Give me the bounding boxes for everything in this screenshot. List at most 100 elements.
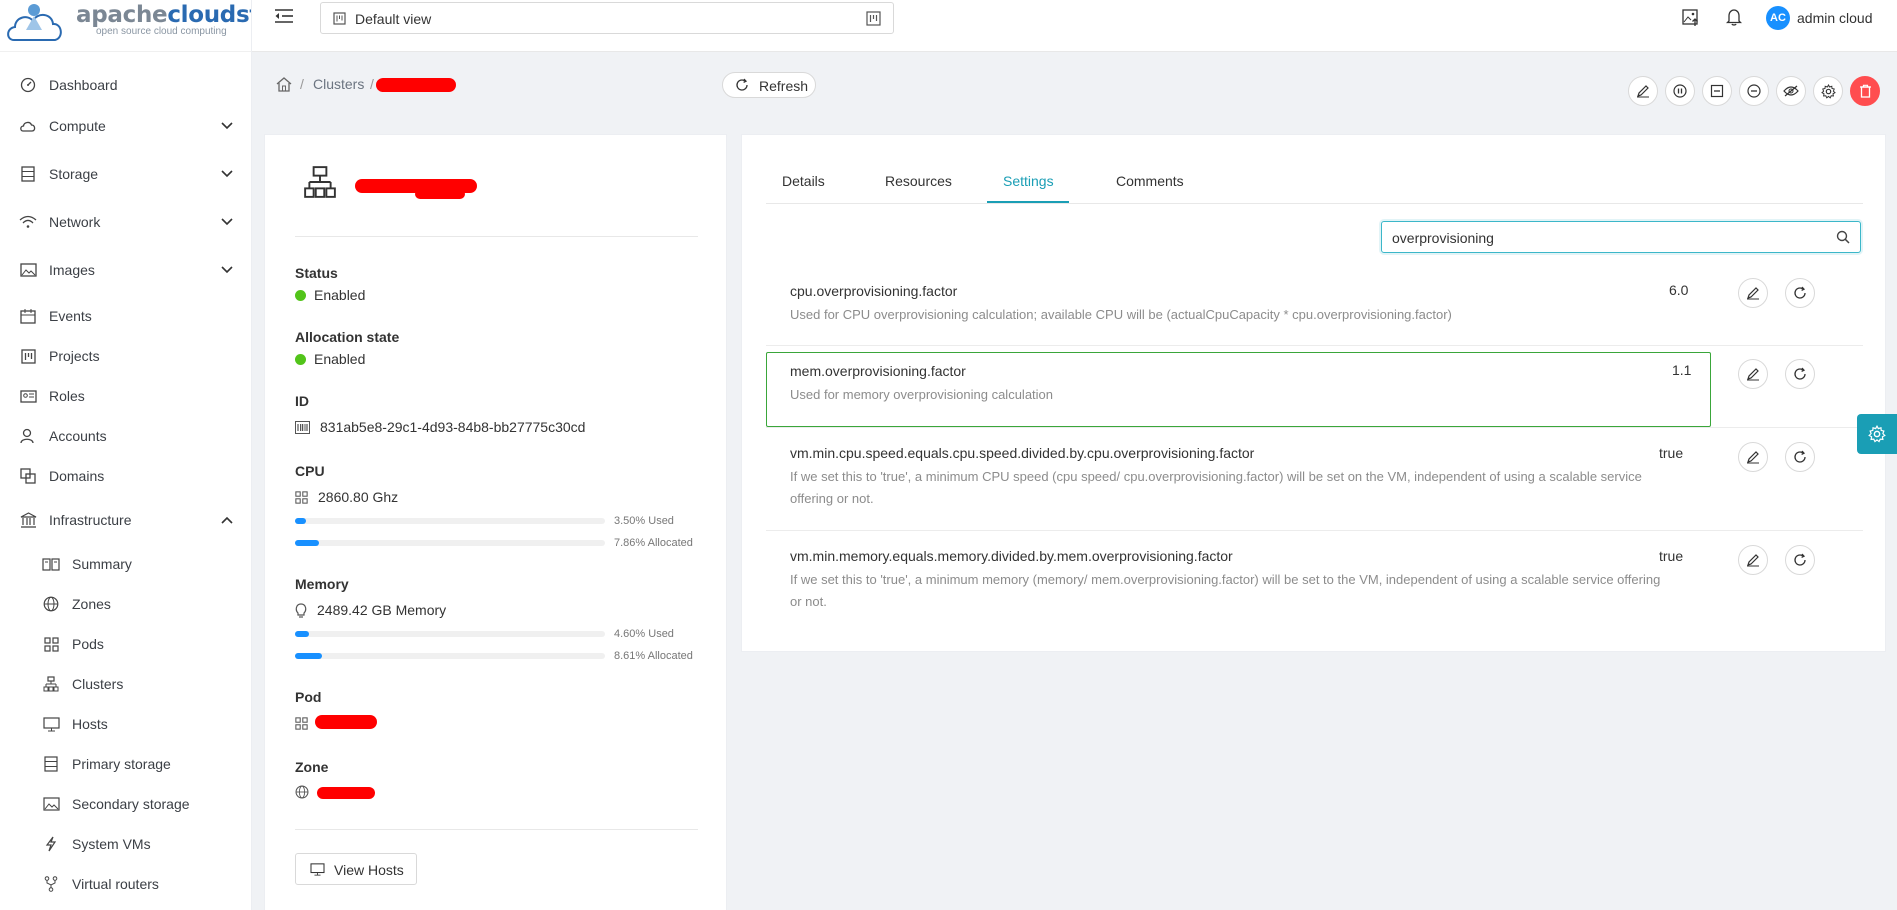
search-icon[interactable]	[1836, 230, 1850, 244]
view-select-value: Default view	[355, 11, 432, 27]
sidebar-item-primary-storage[interactable]: Primary storage	[0, 747, 251, 781]
reset-setting-button[interactable]	[1785, 359, 1815, 389]
allocation-state-badge: Enabled	[295, 351, 365, 367]
sidebar-item-clusters[interactable]: Clusters	[0, 667, 251, 701]
chevron-up-icon	[221, 516, 233, 524]
sidebar-item-domains[interactable]: Domains	[0, 459, 251, 493]
divider	[295, 829, 698, 830]
fork-icon	[41, 874, 61, 894]
memory-value: 2489.42 GB Memory	[317, 602, 447, 618]
sidebar-item-projects[interactable]: Projects	[0, 339, 251, 373]
memory-allocated-text: 8.61% Allocated	[614, 650, 693, 662]
thunderbolt-icon	[41, 834, 61, 854]
cpu-value: 2860.80 Ghz	[318, 489, 399, 505]
edit-setting-button[interactable]	[1738, 359, 1768, 389]
sidebar-item-dashboard[interactable]: Dashboard	[0, 68, 251, 102]
settings-button[interactable]	[1813, 76, 1843, 106]
manage-button[interactable]	[1702, 76, 1732, 106]
setting-description: If we set this to 'true', a minimum CPU …	[790, 469, 1642, 506]
divider	[295, 236, 698, 237]
redacted-pod-name[interactable]	[315, 715, 377, 729]
refresh-label: Refresh	[759, 78, 809, 94]
edit-setting-button[interactable]	[1738, 278, 1768, 308]
sidebar-item-label: Compute	[49, 118, 106, 134]
status-label: Status	[295, 265, 338, 281]
pod-label: Pod	[295, 689, 322, 705]
logo[interactable]: apachecloudstack™ open source cloud comp…	[0, 0, 251, 52]
sidebar-item-pods[interactable]: Pods	[0, 627, 251, 661]
sidebar-item-images[interactable]: Images	[0, 253, 251, 287]
tab-resources[interactable]: Resources	[885, 173, 952, 189]
sidebar-item-label: Roles	[49, 388, 85, 404]
cpu-label: CPU	[295, 463, 325, 479]
username[interactable]: admin cloud	[1797, 10, 1873, 26]
sidebar-item-roles[interactable]: Roles	[0, 379, 251, 413]
appstore-icon	[295, 717, 308, 730]
sidebar-item-label: Zones	[72, 596, 111, 612]
memory-label: Memory	[295, 576, 349, 592]
menu-fold-icon[interactable]	[274, 8, 300, 30]
edit-setting-button[interactable]	[1738, 545, 1768, 575]
disable-button[interactable]	[1665, 76, 1695, 106]
view-hosts-label: View Hosts	[334, 862, 404, 878]
image-icon	[18, 260, 38, 280]
sidebar-item-virtual-routers[interactable]: Virtual routers	[0, 867, 251, 901]
sidebar-item-label: Projects	[49, 348, 100, 364]
setting-name: vm.min.cpu.speed.equals.cpu.speed.divide…	[790, 445, 1255, 461]
setting-drawer-button[interactable]	[1857, 414, 1897, 454]
sidebar-item-storage[interactable]: Storage	[0, 157, 251, 191]
breadcrumb-separator: /	[370, 76, 374, 92]
tab-settings[interactable]: Settings	[1003, 173, 1054, 189]
view-select[interactable]: Default view	[320, 2, 894, 34]
reset-setting-button[interactable]	[1785, 442, 1815, 472]
sidebar-item-label: Images	[49, 262, 95, 278]
status-value: Enabled	[314, 287, 366, 303]
sidebar-item-secondary-storage[interactable]: Secondary storage	[0, 787, 251, 821]
delete-button[interactable]	[1850, 76, 1880, 106]
bell-icon[interactable]	[1726, 8, 1742, 26]
tab-details[interactable]: Details	[782, 173, 825, 189]
home-icon[interactable]	[276, 77, 292, 92]
sidebar: apachecloudstack™ open source cloud comp…	[0, 0, 252, 910]
sidebar-item-infrastructure[interactable]: Infrastructure	[0, 503, 251, 537]
sidebar-item-hosts[interactable]: Hosts	[0, 707, 251, 741]
refresh-button[interactable]: Refresh	[722, 72, 816, 98]
unmanage-button[interactable]	[1739, 76, 1769, 106]
eye-invisible-icon[interactable]	[1776, 76, 1806, 106]
chevron-down-icon	[221, 122, 233, 130]
setting-row: cpu.overprovisioning.factor Used for CPU…	[766, 271, 1863, 347]
upload-image-icon[interactable]	[1682, 9, 1700, 27]
settings-search[interactable]	[1381, 221, 1861, 253]
breadcrumb-clusters[interactable]: Clusters	[313, 76, 364, 92]
memory-used-text: 4.60% Used	[614, 628, 674, 640]
edit-button[interactable]	[1628, 76, 1658, 106]
sidebar-item-system-vms[interactable]: System VMs	[0, 827, 251, 861]
sidebar-item-label: Network	[49, 214, 101, 230]
avatar[interactable]: AC	[1766, 6, 1790, 30]
sidebar-item-summary[interactable]: Summary	[0, 547, 251, 581]
zone-label: Zone	[295, 759, 329, 775]
reset-setting-button[interactable]	[1785, 278, 1815, 308]
settings-card: Details Resources Settings Comments cpu.…	[741, 134, 1886, 652]
cpu-value-row: 2860.80 Ghz	[295, 489, 398, 505]
sidebar-item-compute[interactable]: Compute	[0, 109, 251, 143]
database-icon	[41, 754, 61, 774]
sidebar-item-zones[interactable]: Zones	[0, 587, 251, 621]
sidebar-item-label: Virtual routers	[72, 876, 159, 892]
setting-description: If we set this to 'true', a minimum memo…	[790, 572, 1661, 609]
sidebar-item-events[interactable]: Events	[0, 299, 251, 333]
view-hosts-button[interactable]: View Hosts	[295, 853, 417, 885]
sidebar-item-accounts[interactable]: Accounts	[0, 419, 251, 453]
tab-comments[interactable]: Comments	[1116, 173, 1184, 189]
project-icon	[18, 346, 38, 366]
reset-setting-button[interactable]	[1785, 545, 1815, 575]
edit-setting-button[interactable]	[1738, 442, 1768, 472]
sidebar-item-network[interactable]: Network	[0, 205, 251, 239]
redacted-cluster-name	[376, 78, 456, 92]
sidebar-item-label: Primary storage	[72, 756, 171, 772]
active-tab-indicator	[987, 201, 1069, 203]
search-input[interactable]	[1392, 228, 1822, 248]
memory-used-progress	[295, 631, 605, 637]
redacted-zone-name[interactable]	[317, 787, 375, 799]
bulb-icon	[295, 602, 307, 618]
